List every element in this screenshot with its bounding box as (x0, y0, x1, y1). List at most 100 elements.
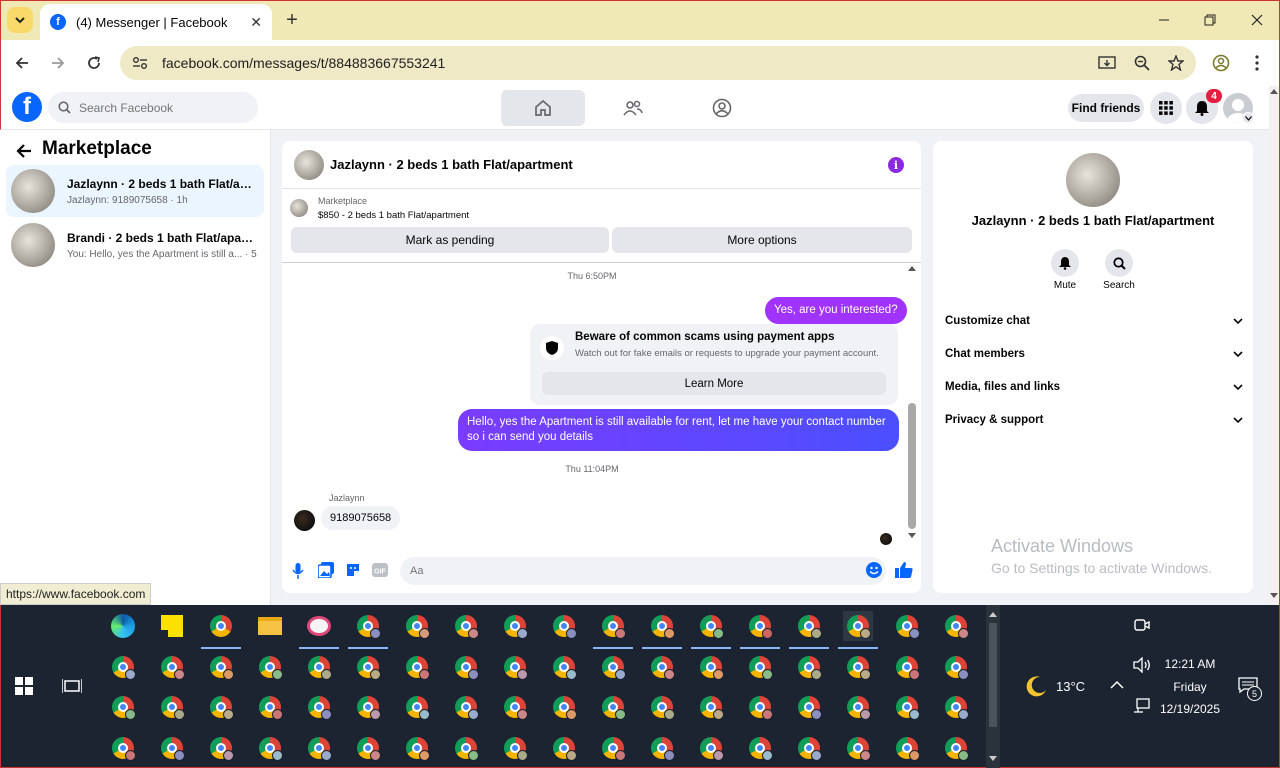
chat-header-thumbnail[interactable] (294, 149, 324, 180)
minimize-button[interactable] (1152, 8, 1176, 32)
zoom-icon[interactable] (1134, 55, 1150, 71)
chrome-profile-icon[interactable] (598, 692, 628, 722)
more-options-button[interactable]: More options (612, 227, 912, 253)
chrome-profile-icon[interactable] (696, 733, 726, 763)
thumbs-up-icon[interactable] (895, 561, 913, 579)
mark-pending-button[interactable]: Mark as pending (291, 227, 609, 253)
chrome-profile-icon[interactable] (549, 652, 579, 682)
weather-temperature[interactable]: 13°C (1056, 679, 1085, 694)
chrome-profile-icon[interactable] (745, 692, 775, 722)
outgoing-message[interactable]: Hello, yes the Apartment is still availa… (458, 409, 899, 451)
chrome-profile-icon[interactable] (794, 692, 824, 722)
chrome-profile-icon[interactable] (451, 652, 481, 682)
sender-avatar[interactable] (294, 510, 315, 531)
mute-button[interactable] (1051, 249, 1079, 277)
emoji-icon[interactable] (866, 562, 882, 578)
conversation-item[interactable]: Brandi · 2 beds 1 bath Flat/apartm... Yo… (6, 219, 264, 271)
chrome-profile-icon[interactable] (206, 733, 236, 763)
photo-icon[interactable] (318, 562, 334, 578)
details-thumbnail[interactable] (1066, 153, 1120, 207)
listing-price-title[interactable]: $850 - 2 beds 1 bath Flat/apartment (318, 210, 469, 221)
tab-search-button[interactable] (7, 7, 33, 33)
new-tab-button[interactable]: + (282, 9, 302, 31)
chrome-profile-icon[interactable] (206, 652, 236, 682)
install-app-icon[interactable] (1098, 55, 1116, 71)
facebook-search-input[interactable] (79, 100, 239, 115)
reload-button[interactable] (81, 50, 107, 76)
task-view-icon[interactable] (62, 677, 82, 695)
speaker-icon[interactable] (1133, 657, 1151, 673)
chrome-profile-icon[interactable] (451, 733, 481, 763)
snipping-tool-icon[interactable] (299, 611, 339, 649)
chrome-profile-icon[interactable] (789, 611, 829, 649)
chrome-profile-icon[interactable] (500, 652, 530, 682)
chrome-profile-icon[interactable] (108, 733, 138, 763)
facebook-search[interactable] (48, 92, 258, 123)
bookmark-star-icon[interactable] (1168, 55, 1184, 71)
chrome-profile-icon[interactable] (157, 692, 187, 722)
back-arrow-icon[interactable] (14, 141, 34, 161)
find-friends-button[interactable]: Find friends (1068, 94, 1144, 122)
chrome-icon[interactable] (201, 611, 241, 649)
menu-grid-button[interactable] (1150, 92, 1182, 124)
customize-chat-section[interactable]: Customize chat (945, 310, 1243, 332)
chrome-profile-icon[interactable] (255, 652, 285, 682)
chrome-profile-icon[interactable] (838, 611, 878, 649)
chrome-profile-icon[interactable] (745, 733, 775, 763)
chrome-profile-icon[interactable] (451, 692, 481, 722)
chrome-profile-icon[interactable] (696, 652, 726, 682)
chrome-profile-icon[interactable] (348, 611, 388, 649)
info-icon[interactable]: i (888, 157, 904, 173)
page-scrollbar[interactable] (1269, 86, 1280, 605)
address-bar[interactable]: facebook.com/messages/t/884883667553241 (120, 46, 1196, 80)
close-window-button[interactable] (1245, 8, 1269, 32)
chrome-profile-icon[interactable] (843, 692, 873, 722)
chrome-profile-icon[interactable] (402, 733, 432, 763)
chat-scrollbar-thumb[interactable] (908, 403, 916, 529)
chrome-profile-icon[interactable] (206, 692, 236, 722)
clock-day[interactable]: Friday (1150, 680, 1230, 694)
nav-friends-tab[interactable] (591, 90, 675, 126)
chrome-profile-icon[interactable] (451, 611, 481, 641)
chrome-profile-icon[interactable] (941, 611, 971, 641)
chrome-profile-icon[interactable] (157, 652, 187, 682)
chrome-profile-icon[interactable] (745, 652, 775, 682)
chrome-profile-icon[interactable] (402, 652, 432, 682)
tab-close-icon[interactable]: ✕ (250, 14, 262, 31)
search-chat-button[interactable] (1105, 249, 1133, 277)
chrome-profile-icon[interactable] (353, 652, 383, 682)
chrome-profile-icon[interactable] (108, 652, 138, 682)
windows-start-icon[interactable] (15, 677, 33, 695)
chrome-profile-icon[interactable] (941, 733, 971, 763)
chrome-profile-icon[interactable] (402, 692, 432, 722)
chrome-profile-icon[interactable] (642, 611, 682, 649)
chrome-profile-icon[interactable] (598, 733, 628, 763)
chrome-profile-icon[interactable] (647, 652, 677, 682)
chrome-profile-icon[interactable] (593, 611, 633, 649)
listing-thumbnail[interactable] (290, 199, 308, 217)
chrome-profile-icon[interactable] (843, 733, 873, 763)
microphone-icon[interactable] (292, 563, 304, 579)
chat-header-title[interactable]: Jazlaynn · 2 beds 1 bath Flat/apartment (330, 157, 573, 172)
chrome-profile-icon[interactable] (892, 652, 922, 682)
message-input[interactable] (400, 557, 886, 585)
chrome-profile-icon[interactable] (941, 692, 971, 722)
gif-icon[interactable]: GIF (372, 562, 388, 578)
chrome-profile-icon[interactable] (598, 652, 628, 682)
incoming-message[interactable]: 9189075658 (321, 506, 401, 530)
account-chevron-icon[interactable] (1242, 112, 1254, 124)
chrome-profile-icon[interactable] (549, 733, 579, 763)
chat-members-section[interactable]: Chat members (945, 343, 1243, 365)
chrome-profile-icon[interactable] (353, 692, 383, 722)
chrome-profile-icon[interactable] (549, 692, 579, 722)
facebook-logo-icon[interactable]: f (12, 92, 42, 122)
sticker-icon[interactable] (345, 562, 361, 578)
chrome-profile-icon[interactable] (691, 611, 731, 649)
chrome-profile-icon[interactable] (157, 733, 187, 763)
chrome-profile-icon[interactable] (740, 611, 780, 649)
chrome-profile-icon[interactable] (549, 611, 579, 641)
network-icon[interactable] (1133, 698, 1151, 714)
clock-date[interactable]: 12/19/2025 (1150, 702, 1230, 716)
chrome-profile-icon[interactable] (304, 692, 334, 722)
learn-more-button[interactable]: Learn More (542, 372, 886, 395)
